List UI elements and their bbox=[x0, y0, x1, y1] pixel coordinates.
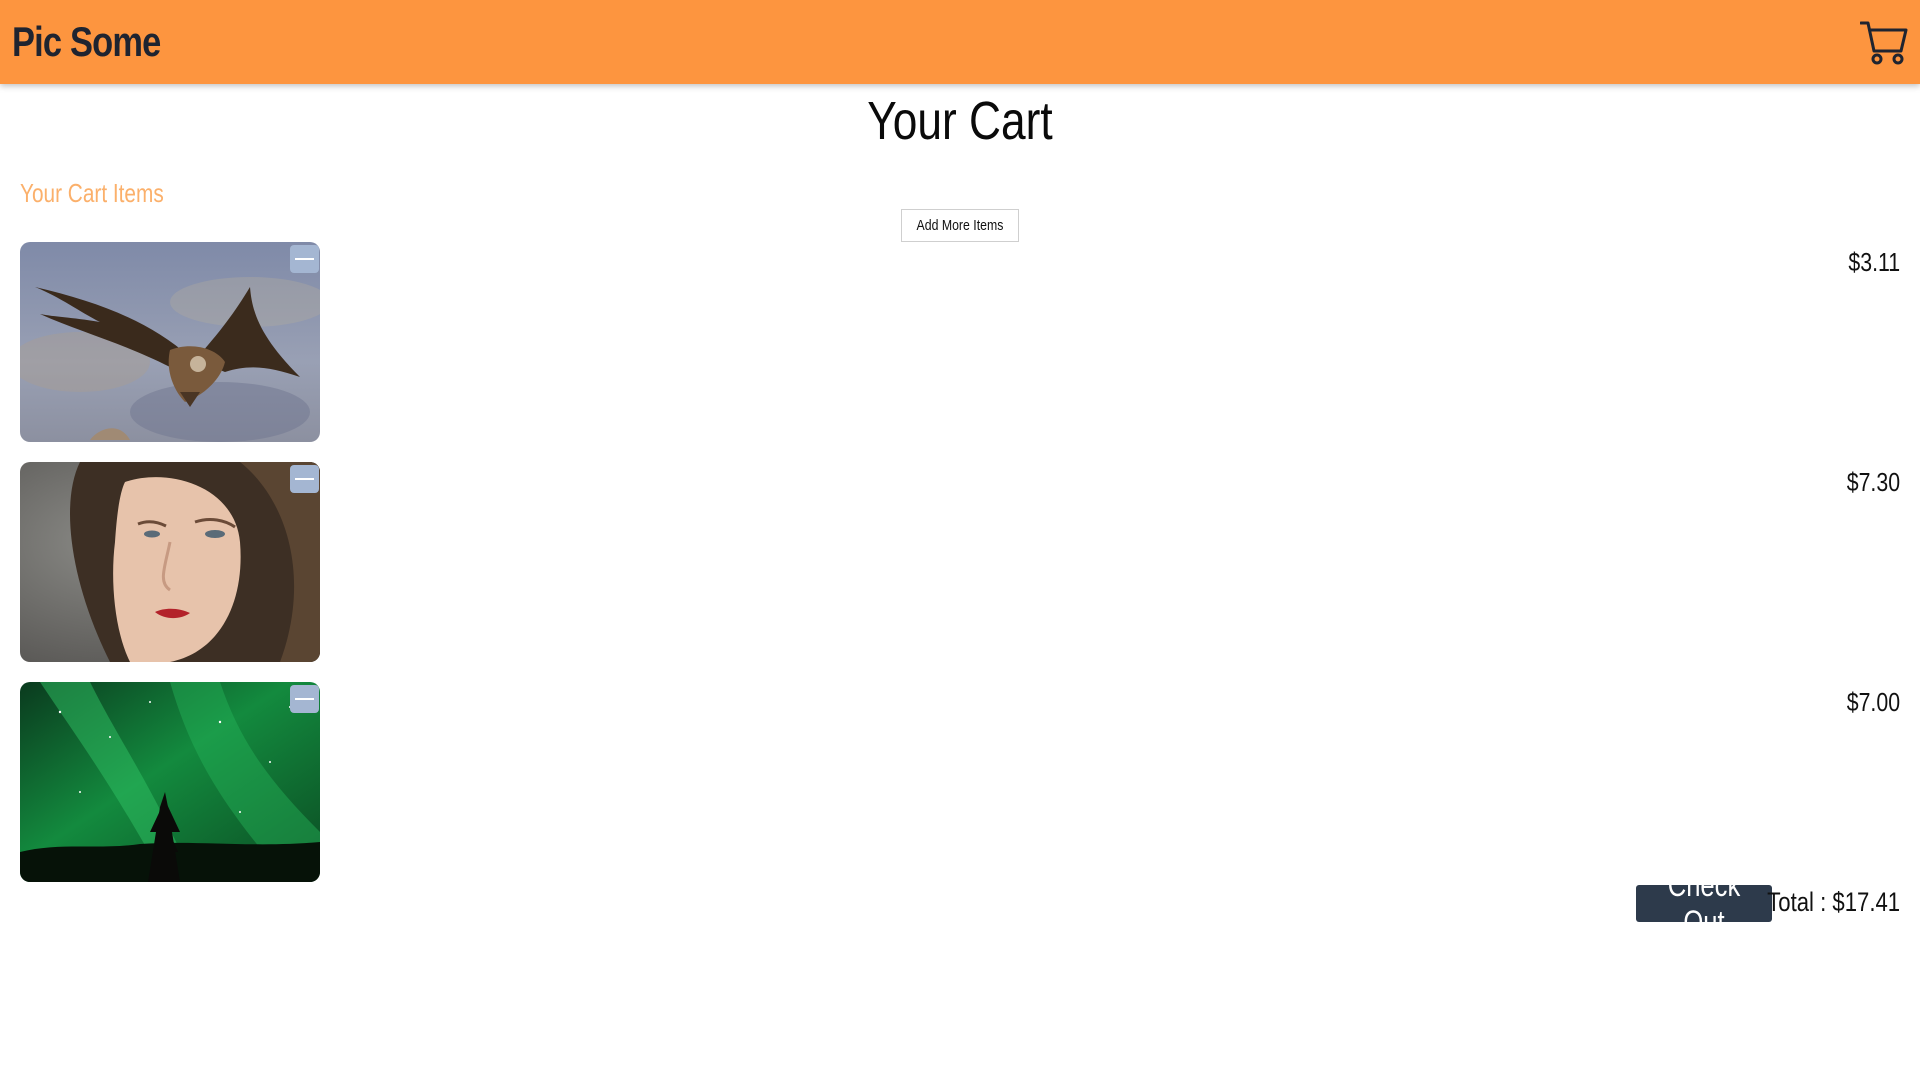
page-title: Your Cart bbox=[867, 91, 1053, 151]
cart-total: Total : $17.41 bbox=[1767, 887, 1900, 917]
minus-icon bbox=[295, 478, 314, 480]
add-more-items-button[interactable]: Add More Items bbox=[901, 209, 1019, 242]
minus-icon bbox=[295, 698, 314, 700]
cart-icon[interactable] bbox=[1860, 20, 1908, 66]
remove-item-button[interactable] bbox=[290, 685, 319, 713]
cart-item-image-aurora bbox=[20, 682, 320, 882]
brand-logo-text[interactable]: Pic Some bbox=[12, 16, 161, 68]
item-price: $7.30 bbox=[1846, 467, 1900, 497]
checkout-button[interactable]: Check Out bbox=[1636, 867, 1772, 940]
cart-items-heading: Your Cart Items bbox=[20, 178, 164, 208]
cart-item: $7.30 bbox=[20, 462, 1900, 662]
remove-item-button[interactable] bbox=[290, 465, 319, 493]
cart-item: $7.00 bbox=[20, 682, 1900, 882]
item-price: $7.00 bbox=[1846, 687, 1900, 717]
add-more-items-label: Add More Items bbox=[916, 217, 1004, 234]
remove-item-button[interactable] bbox=[290, 245, 319, 273]
checkout-label: Check Out bbox=[1667, 866, 1741, 940]
cart-item-image-portrait bbox=[20, 462, 320, 662]
minus-icon bbox=[295, 258, 314, 260]
cart-item-image-vulture bbox=[20, 242, 320, 442]
cart-item: $3.11 bbox=[20, 242, 1900, 442]
top-nav-bar: Pic Some bbox=[0, 0, 1920, 84]
item-price: $3.11 bbox=[1848, 247, 1900, 277]
